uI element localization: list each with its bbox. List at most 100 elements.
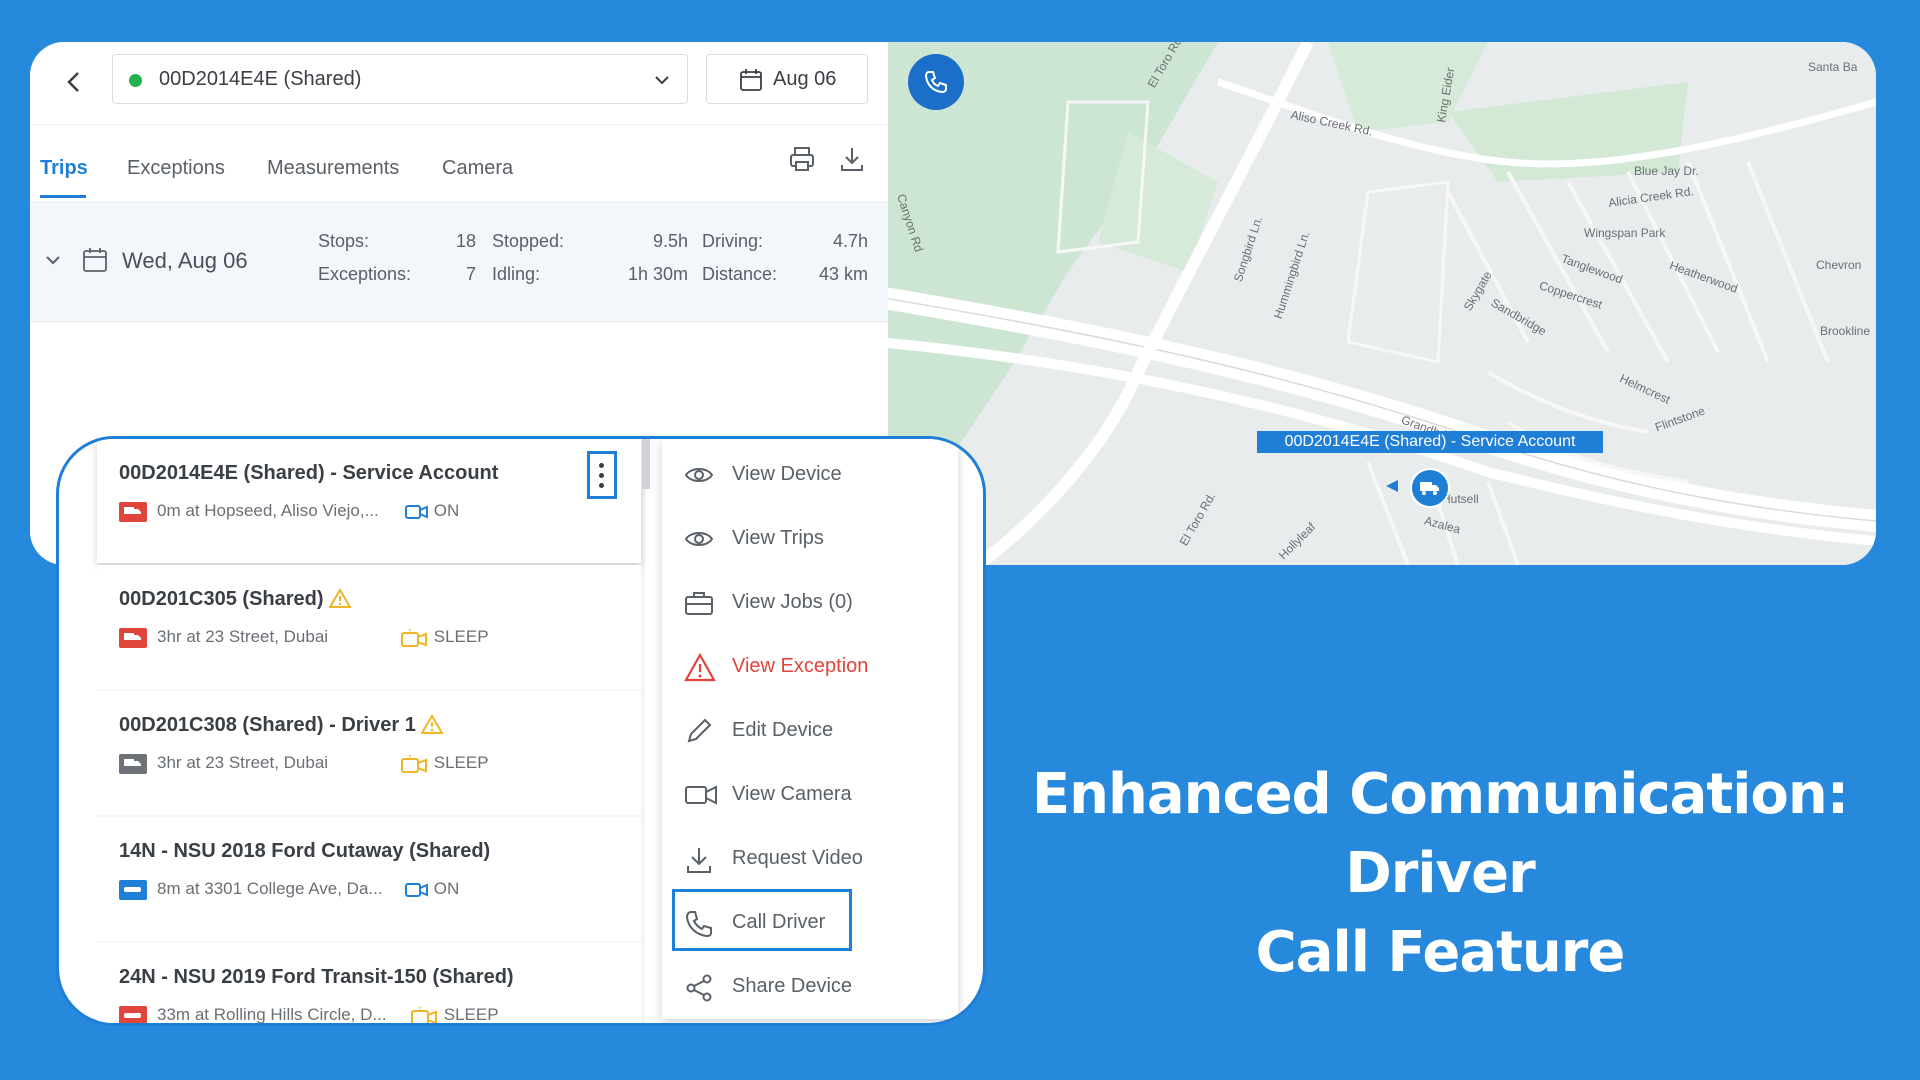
video-camera-icon: [685, 785, 717, 805]
more-options-button[interactable]: [587, 451, 617, 499]
vehicle-status: z SLEEP: [401, 753, 489, 774]
heading-arrow-icon: [1386, 480, 1398, 492]
stat-value: 1h 30m: [627, 264, 688, 284]
sleep-camera-icon: z: [401, 628, 427, 647]
briefcase-icon: [685, 592, 713, 615]
date-picker-button[interactable]: Aug 06: [706, 54, 868, 104]
list-item[interactable]: 00D201C308 (Shared) - Driver 1 3hr at 23…: [97, 691, 641, 815]
call-driver-fab[interactable]: [908, 54, 964, 110]
tab-bar: Trips Exceptions Measurements Camera: [30, 124, 888, 198]
device-select[interactable]: 00D2014E4E (Shared): [112, 54, 688, 104]
stat-value: 9.5h: [652, 231, 688, 251]
list-item[interactable]: 24N - NSU 2019 Ford Transit-150 (Shared)…: [97, 943, 641, 1024]
vehicle-location: 3hr at 23 Street, Dubai: [119, 753, 328, 774]
tab-exceptions[interactable]: Exceptions: [127, 157, 225, 180]
eye-icon: [684, 468, 714, 482]
list-item[interactable]: 14N - NSU 2018 Ford Cutaway (Shared) 8m …: [97, 817, 641, 941]
menu-item-label: View Exception: [732, 655, 869, 677]
menu-item-label: View Trips: [732, 527, 824, 549]
calendar-icon: [83, 248, 107, 272]
vehicle-title: 24N - NSU 2019 Ford Transit-150 (Shared): [119, 966, 514, 988]
pencil-icon: [687, 718, 712, 743]
vehicle-duration: 3hr: [157, 627, 182, 646]
active-tab-indicator: [40, 195, 86, 198]
vehicle-duration: 0m: [157, 501, 181, 520]
date-picker-value: Aug 06: [773, 68, 837, 90]
list-item[interactable]: 00D201C305 (Shared) 3hr at 23 Street, Du…: [97, 565, 641, 689]
vehicle-status: ON: [405, 501, 459, 521]
menu-item-label: View Device: [732, 463, 842, 485]
download-icon: [687, 848, 711, 873]
day-summary-row[interactable]: Wed, Aug 06 Stops: 18 Exceptions: 7 Stop…: [30, 202, 888, 322]
van-icon: [119, 1005, 147, 1023]
warning-icon: [684, 653, 716, 682]
stat-value: 4.7h: [832, 231, 868, 251]
status-text: ON: [433, 879, 460, 898]
stat-label: Stops:: [318, 231, 370, 251]
device-select-value: 00D2014E4E (Shared): [159, 68, 362, 90]
menu-item-label: View Camera: [732, 783, 852, 805]
stat-label: Exceptions:: [318, 264, 412, 284]
vehicle-map-label: 00D2014E4E (Shared) - Service Account: [1257, 431, 1603, 453]
map-view[interactable]: El Toro Rd. Aliso Creek Rd. Alicia Creek…: [888, 42, 1876, 565]
truck-icon: [119, 753, 147, 774]
map-street-label: Brookline: [1820, 324, 1871, 338]
vehicle-marker[interactable]: [1410, 468, 1450, 508]
vehicle-duration: 8m: [157, 879, 181, 898]
chevron-down-icon[interactable]: [44, 251, 62, 269]
zoomed-vehicle-list: 00D2014E4E (Shared) - Service Account 0m…: [56, 436, 986, 1026]
tab-camera[interactable]: Camera: [442, 157, 513, 180]
menu-item-label: Request Video: [732, 847, 863, 869]
vehicle-address: at 23 Street, Dubai: [186, 627, 329, 646]
stat-value: 43 km: [818, 264, 868, 284]
menu-item-request-video[interactable]: Request Video: [662, 833, 958, 885]
map-street-label: Chevron: [1816, 258, 1862, 272]
menu-item-label: View Jobs (0): [732, 591, 853, 613]
menu-item-view-jobs[interactable]: View Jobs (0): [662, 577, 958, 629]
call-driver-highlight: [672, 889, 852, 951]
tab-measurements[interactable]: Measurements: [267, 157, 399, 180]
vehicle-location: 3hr at 23 Street, Dubai: [119, 627, 328, 648]
vehicle-address: at Hopseed, Aliso Viejo,...: [185, 501, 379, 520]
scrollbar[interactable]: [642, 439, 650, 489]
kebab-dot: [599, 463, 604, 468]
menu-item-view-device[interactable]: View Device: [662, 449, 958, 501]
print-icon[interactable]: [788, 145, 816, 173]
menu-item-view-trips[interactable]: View Trips: [662, 513, 958, 565]
menu-item-share-device[interactable]: Share Device: [662, 961, 958, 1013]
tab-trips[interactable]: Trips: [40, 157, 88, 180]
phone-icon: [924, 71, 947, 94]
svg-text:z: z: [408, 628, 412, 635]
status-text: SLEEP: [433, 627, 489, 646]
menu-item-edit-device[interactable]: Edit Device: [662, 705, 958, 757]
menu-item-view-camera[interactable]: View Camera: [662, 769, 958, 821]
vehicle-location: 8m at 3301 College Ave, Da...: [119, 879, 383, 900]
stat-value: 18: [455, 231, 476, 251]
vehicle-address: at Rolling Hills Circle, D...: [194, 1005, 387, 1024]
menu-item-view-exception[interactable]: View Exception: [662, 641, 958, 693]
svg-text:z: z: [418, 1006, 422, 1013]
warning-icon: [328, 588, 352, 608]
share-icon: [686, 974, 712, 1002]
kebab-dot: [599, 473, 604, 478]
back-arrow-icon[interactable]: [58, 66, 90, 98]
eye-icon: [684, 532, 714, 546]
stat-label: Distance:: [702, 264, 778, 284]
vehicle-location: 33m at Rolling Hills Circle, D...: [119, 1005, 387, 1024]
download-icon[interactable]: [838, 145, 866, 173]
day-date: Wed, Aug 06: [122, 248, 248, 273]
vehicle-title-text: 00D201C308 (Shared) - Driver 1: [119, 714, 416, 736]
map-street-label: Wingspan Park: [1584, 226, 1666, 240]
sleep-camera-icon: z: [401, 754, 427, 773]
vehicle-address: at 3301 College Ave, Da...: [185, 879, 383, 898]
stat-label: Stopped:: [492, 231, 565, 251]
chevron-down-icon: [655, 76, 669, 85]
van-icon: [119, 879, 147, 900]
sleep-camera-icon: z: [411, 1006, 437, 1023]
list-item[interactable]: 00D2014E4E (Shared) - Service Account 0m…: [97, 439, 641, 563]
headline-line-2: Call Feature: [1255, 920, 1626, 985]
map-street-label: Santa Ba: [1808, 60, 1858, 74]
svg-text:z: z: [408, 754, 412, 761]
status-text: SLEEP: [443, 1005, 499, 1024]
context-menu: View Device View Trips View Jobs (0) Vie…: [662, 439, 958, 1019]
